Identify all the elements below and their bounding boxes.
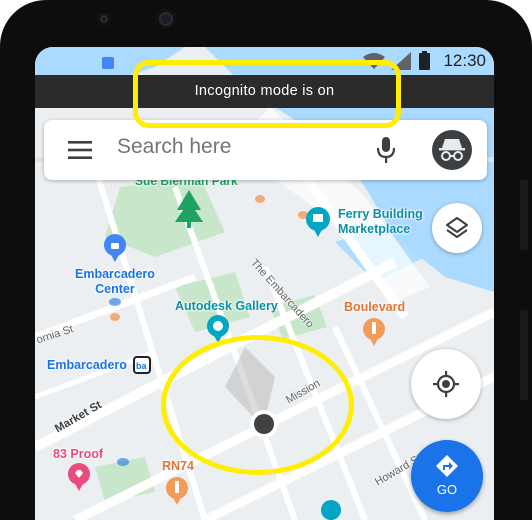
poi-dot-orange-2 [255, 195, 265, 203]
place-label-rn74[interactable]: RN74 [162, 459, 194, 474]
place-label-ferry-building[interactable]: Ferry Building Marketplace [338, 207, 423, 237]
bottom-pin-icon [321, 500, 341, 520]
sensor-icon [97, 12, 111, 26]
search-bar[interactable]: Search here [44, 120, 487, 180]
wifi-icon [363, 53, 385, 69]
location-dot [254, 414, 274, 434]
my-location-button[interactable] [411, 349, 481, 419]
microphone-icon[interactable] [377, 137, 395, 164]
go-button[interactable]: GO [411, 440, 483, 512]
screen: ba Sue Bierman Park Ferry Building Marke… [35, 47, 494, 520]
place-label-embarcadero-center[interactable]: Embarcadero Center [75, 267, 155, 297]
place-label-boulevard[interactable]: Boulevard [344, 300, 405, 315]
directions-icon [436, 455, 458, 477]
place-label-83-proof[interactable]: 83 Proof [53, 447, 103, 462]
transit-dot-2 [117, 458, 129, 466]
status-time: 12:30 [443, 51, 486, 70]
signal-icon [391, 52, 411, 70]
incognito-banner: Incognito mode is on [35, 75, 494, 108]
front-camera-icon [156, 9, 176, 29]
go-label: GO [436, 482, 458, 497]
my-location-icon [433, 371, 459, 397]
hamburger-icon[interactable] [68, 141, 92, 159]
search-input[interactable]: Search here [117, 135, 231, 159]
incognito-icon[interactable] [432, 130, 472, 170]
park-tree-trunk [187, 222, 191, 228]
transit-dot-1 [109, 298, 121, 306]
poi-dot-orange-3 [110, 313, 120, 321]
status-bar: 12:30 [35, 47, 494, 75]
place-label-autodesk-gallery[interactable]: Autodesk Gallery [175, 299, 278, 314]
volume-button [520, 180, 528, 250]
battery-icon [419, 51, 430, 70]
svg-text:ba: ba [136, 361, 147, 371]
layers-button[interactable] [432, 203, 482, 253]
device-frame: ba Sue Bierman Park Ferry Building Marke… [0, 0, 532, 520]
place-label-embarcadero-station[interactable]: Embarcadero [47, 358, 127, 373]
power-button [520, 310, 528, 400]
layers-icon [446, 217, 468, 238]
